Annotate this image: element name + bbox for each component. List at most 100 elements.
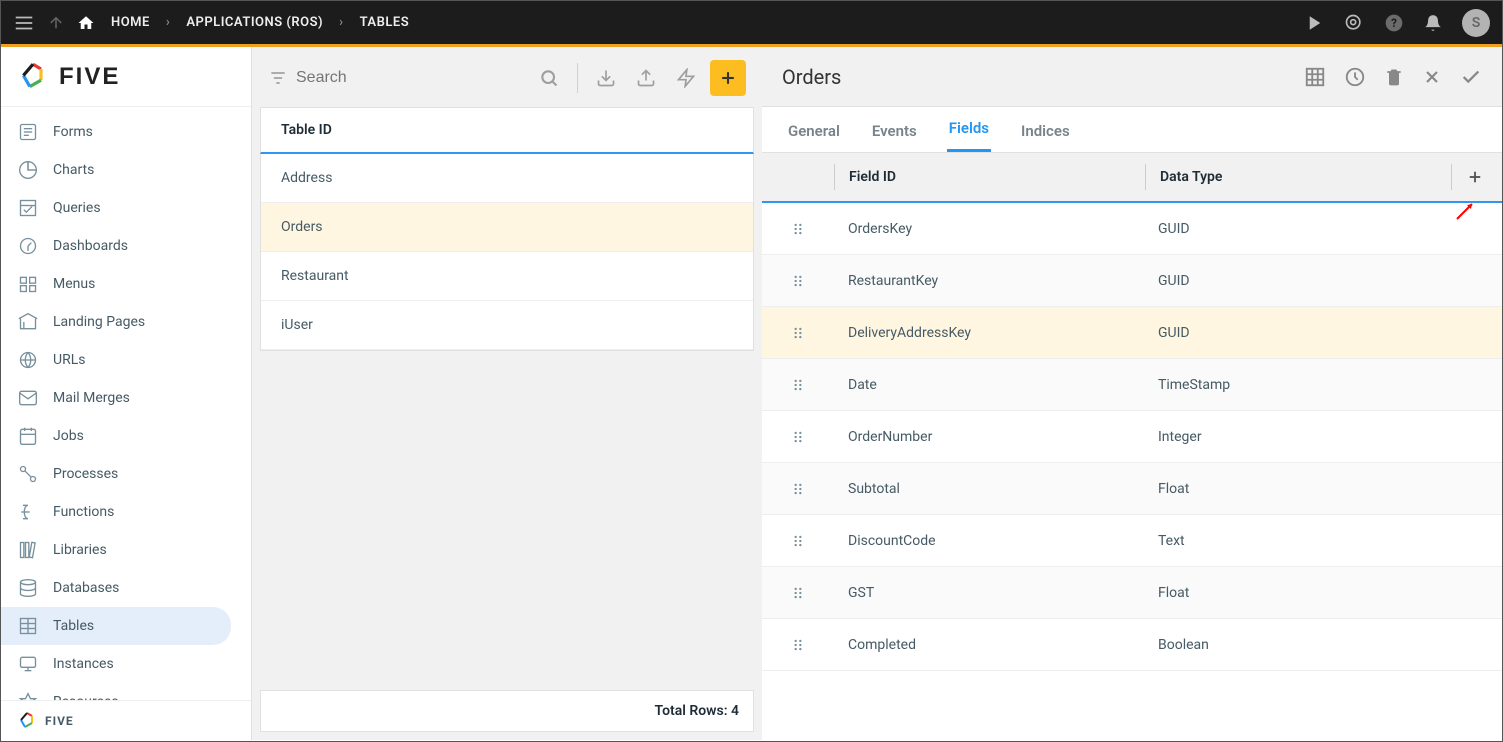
sidebar-item-dashboards[interactable]: Dashboards [1,227,251,265]
field-id: Subtotal [834,481,1144,497]
sidebar-item-menus[interactable]: Menus [1,265,251,303]
drag-handle-icon[interactable] [762,586,834,600]
topbar: HOME › APPLICATIONS (ROS) › TABLES ? S [1,1,1502,47]
field-id: Date [834,377,1144,393]
field-row[interactable]: OrdersKeyGUID [762,203,1502,255]
field-type: Boolean [1144,637,1209,653]
table-view-icon[interactable] [1304,66,1326,88]
bolt-icon[interactable] [670,62,702,94]
export-icon[interactable] [630,62,662,94]
databases-icon [17,577,39,599]
bell-icon[interactable] [1424,14,1442,32]
sidebar-item-label: Menus [53,276,95,292]
drag-handle-icon[interactable] [762,378,834,392]
drag-handle-icon[interactable] [762,482,834,496]
drag-handle-icon[interactable] [762,638,834,652]
sidebar-item-label: Processes [53,466,118,482]
logo-text: FIVE [59,63,120,91]
history-icon[interactable] [1344,66,1366,88]
zoom-icon[interactable] [1344,13,1364,33]
check-icon[interactable] [1460,66,1482,88]
field-type: Float [1144,481,1189,497]
detail-title: Orders [782,65,1286,89]
sidebar-item-instances[interactable]: Instances [1,645,251,683]
sidebar-item-tables[interactable]: Tables [1,607,231,645]
processes-icon [17,463,39,485]
sidebar-item-label: Landing Pages [53,314,145,330]
sidebar-item-processes[interactable]: Processes [1,455,251,493]
landing-icon [17,311,39,333]
sidebar-item-label: Instances [53,656,114,672]
field-row[interactable]: DeliveryAddressKeyGUID [762,307,1502,359]
sidebar-item-queries[interactable]: Queries [1,189,251,227]
jobs-icon [17,425,39,447]
logo: FIVE [1,47,251,107]
sidebar-item-label: Functions [53,504,114,520]
home-icon[interactable] [77,14,95,32]
play-icon[interactable] [1306,14,1324,32]
drag-handle-icon[interactable] [762,222,834,236]
import-icon[interactable] [590,62,622,94]
sidebar-item-resources[interactable]: Resources [1,683,251,700]
fields-header: Field ID Data Type [762,153,1502,203]
help-icon[interactable]: ? [1384,13,1404,33]
tab-indices[interactable]: Indices [1019,110,1072,152]
sidebar-item-landing-pages[interactable]: Landing Pages [1,303,251,341]
add-button[interactable] [710,60,746,96]
breadcrumb-home[interactable]: HOME [111,15,150,30]
form-icon [17,121,39,143]
tab-general[interactable]: General [786,110,842,152]
sidebar-item-libraries[interactable]: Libraries [1,531,251,569]
field-row[interactable]: GSTFloat [762,567,1502,619]
field-row[interactable]: OrderNumberInteger [762,411,1502,463]
field-id: Completed [834,637,1144,653]
sidebar-item-label: Databases [53,580,119,596]
close-icon[interactable] [1422,67,1442,87]
field-row[interactable]: RestaurantKeyGUID [762,255,1502,307]
breadcrumb-apps[interactable]: APPLICATIONS (ROS) [186,15,323,30]
sidebar-item-label: Resources [53,694,119,700]
sidebar-item-label: Mail Merges [53,390,130,406]
field-row[interactable]: DateTimeStamp [762,359,1502,411]
drag-handle-icon[interactable] [762,326,834,340]
tab-fields[interactable]: Fields [947,107,991,152]
detail-panel: Orders General Events Fields Indices Field … [762,47,1502,740]
up-arrow-icon[interactable] [47,14,65,32]
search-icon[interactable] [533,62,565,94]
drag-handle-icon[interactable] [762,274,834,288]
hamburger-icon[interactable] [13,12,35,34]
urls-icon [17,349,39,371]
field-type: GUID [1144,221,1190,237]
field-row[interactable]: CompletedBoolean [762,619,1502,671]
field-type: GUID [1144,325,1190,341]
avatar[interactable]: S [1462,9,1490,37]
trash-icon[interactable] [1384,67,1404,87]
table-row[interactable]: Restaurant [261,252,753,301]
field-row[interactable]: SubtotalFloat [762,463,1502,515]
sidebar-item-functions[interactable]: Functions [1,493,251,531]
detail-header: Orders [762,47,1502,107]
sidebar-item-forms[interactable]: Forms [1,113,251,151]
add-field-button[interactable] [1466,168,1502,186]
table-row[interactable]: iUser [261,301,753,350]
queries-icon [17,197,39,219]
column-data-type: Data Type [1146,169,1466,185]
sidebar-item-urls[interactable]: URLs [1,341,251,379]
drag-handle-icon[interactable] [762,430,834,444]
search-input[interactable] [296,69,525,87]
sidebar-item-charts[interactable]: Charts [1,151,251,189]
sidebar-item-jobs[interactable]: Jobs [1,417,251,455]
field-row[interactable]: DiscountCodeText [762,515,1502,567]
tab-events[interactable]: Events [870,110,919,152]
avatar-initial: S [1472,15,1481,31]
sidebar-item-databases[interactable]: Databases [1,569,251,607]
column-field-id: Field ID [835,169,1145,185]
sidebar: FIVE FormsChartsQueriesDashboards Menus La… [1,47,252,740]
table-row[interactable]: Orders [261,203,753,252]
drag-handle-icon[interactable] [762,534,834,548]
filter-icon[interactable] [268,68,288,88]
field-type: Integer [1144,429,1202,445]
table-row[interactable]: Address [261,154,753,203]
sidebar-item-mail-merges[interactable]: Mail Merges [1,379,251,417]
breadcrumb-tables[interactable]: TABLES [360,15,410,30]
